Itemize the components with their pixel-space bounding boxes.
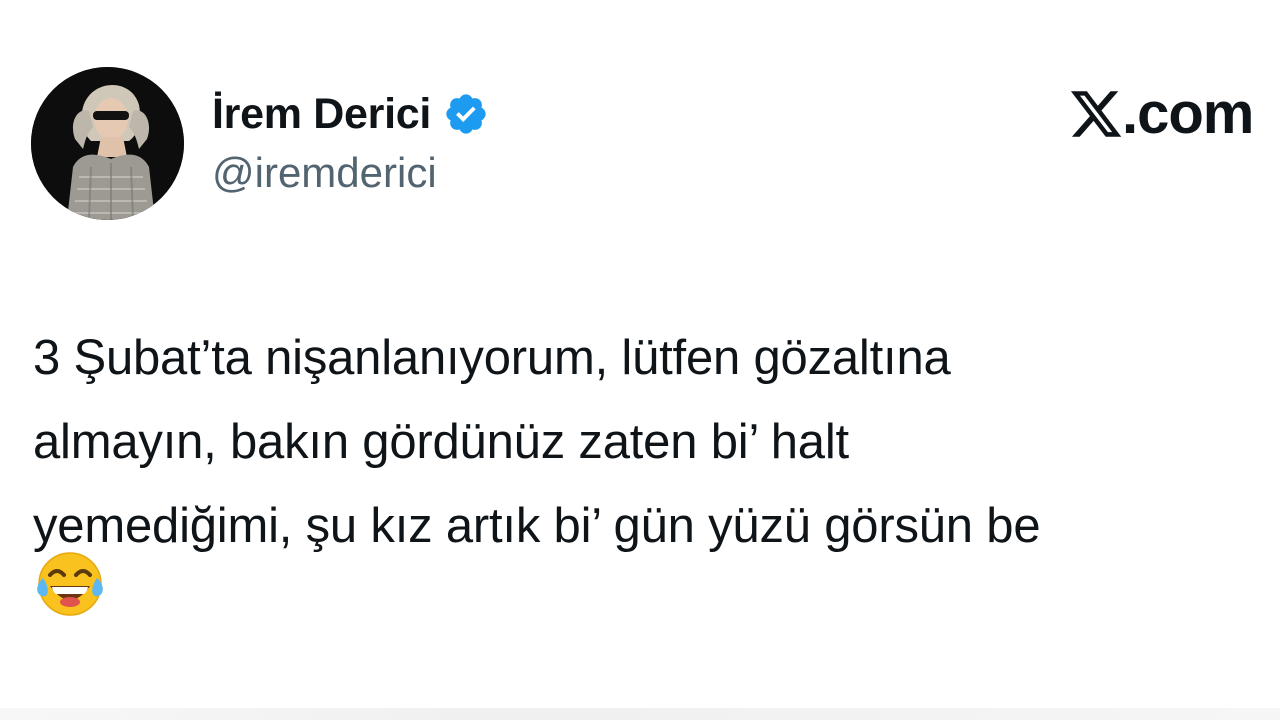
author-display-name[interactable]: İrem Derici bbox=[212, 92, 431, 136]
brand-domain-text: .com bbox=[1122, 82, 1254, 146]
tweet-line: 3 Şubat’ta nişanlanıyorum, lütfen gözalt… bbox=[33, 331, 951, 385]
author-handle[interactable]: @iremderici bbox=[212, 152, 437, 194]
author-name-row: İrem Derici bbox=[212, 86, 489, 142]
avatar[interactable] bbox=[31, 67, 184, 220]
tweet-line: almayın, bakın gördünüz zaten bi’ halt bbox=[33, 415, 849, 469]
avatar-photo bbox=[31, 67, 184, 220]
cropped-footer bbox=[0, 708, 1280, 720]
verified-badge-icon bbox=[443, 91, 489, 137]
x-logo-icon bbox=[1068, 86, 1124, 142]
tweet-text: 3 Şubat’ta nişanlanıyorum, lütfen gözalt… bbox=[33, 316, 1263, 568]
tweet-card: İrem Derici @iremderici .com 3 Şubat’ta … bbox=[0, 0, 1280, 720]
face-with-tears-of-joy-icon bbox=[34, 548, 106, 620]
x-brand: .com bbox=[1068, 82, 1280, 146]
tweet-line: yemediğimi, şu kız artık bi’ gün yüzü gö… bbox=[33, 499, 1041, 553]
